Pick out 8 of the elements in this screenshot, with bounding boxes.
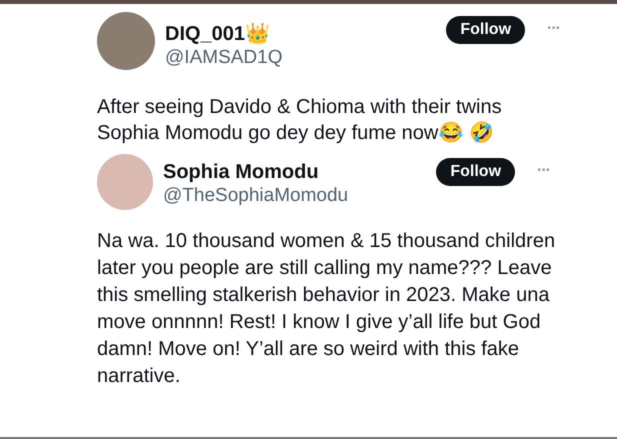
author-name[interactable]: Sophia Momodu [163,160,426,184]
author-handle[interactable]: @TheSophiaMomodu [163,184,426,208]
follow-button[interactable]: Follow [446,16,526,44]
author-name[interactable]: DIQ_001👑 [165,22,436,46]
author-handle[interactable]: @IAMSAD1Q [165,46,436,70]
quoted-tweet-text: Na wa. 10 thousand women & 15 thousand children later you people are still calling my name??? Leave this smelling stalkerish behavior in 2023. Make una move onnnnn! Rest! I know I give y’all life but God damn! Move on! Y’all are so weird with this fake narrative. [97,229,556,389]
tweet-text: After seeing Davido & Chioma with their twins Sophia Momodu go dey dey fume now😂 🤣 [97,95,503,146]
follow-button[interactable]: Follow [436,158,516,186]
